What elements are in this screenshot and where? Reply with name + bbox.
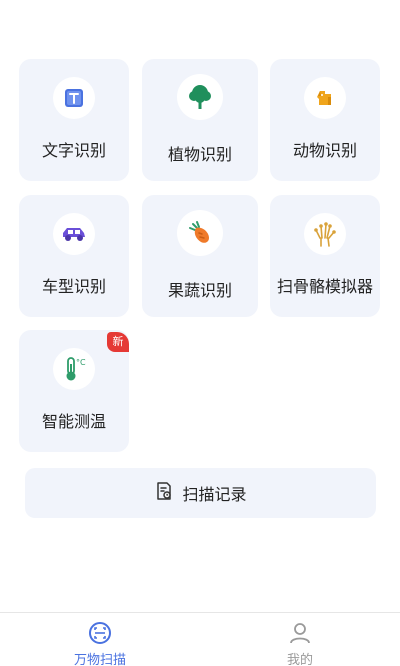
new-badge: 新 [107,332,129,352]
thermometer-icon: °C [53,348,95,390]
text-recognition-icon [53,77,95,119]
car-icon [53,213,95,255]
tab-scan-everything[interactable]: 万物扫描 [0,613,200,666]
tool-label: 车型识别 [41,277,106,296]
tool-label: 植物识别 [167,145,232,164]
scan-icon [88,621,112,645]
tool-label: 动物识别 [292,141,357,160]
user-icon [288,621,312,645]
tab-label: 我的 [286,653,313,666]
tab-label: 万物扫描 [73,653,126,666]
tool-animal-recognition[interactable]: 动物识别 [270,59,380,181]
tree-icon [177,74,223,120]
tool-label: 果蔬识别 [167,281,232,300]
tool-label: 扫骨骼模拟器 [276,277,373,296]
scan-record-icon [154,481,174,505]
bottom-tab-bar: 万物扫描 我的 [0,612,400,666]
hand-bone-icon [304,213,346,255]
tool-smart-thermometer[interactable]: 新 °C 智能测温 [19,330,129,452]
tool-plant-recognition[interactable]: 植物识别 [142,59,258,181]
scan-history-button[interactable]: 扫描记录 [25,468,376,518]
scan-history-label: 扫描记录 [182,485,247,504]
tool-text-recognition[interactable]: 文字识别 [19,59,129,181]
svg-text:°C: °C [76,358,86,367]
tool-fruit-veg-recognition[interactable]: 果蔬识别 [142,195,258,317]
tool-car-recognition[interactable]: 车型识别 [19,195,129,317]
tool-bone-scan-simulator[interactable]: 扫骨骼模拟器 [270,195,380,317]
tab-mine[interactable]: 我的 [200,613,400,666]
tool-label: 智能测温 [41,412,106,431]
dog-icon [304,77,346,119]
tool-label: 文字识别 [41,141,106,160]
carrot-icon [177,210,223,256]
